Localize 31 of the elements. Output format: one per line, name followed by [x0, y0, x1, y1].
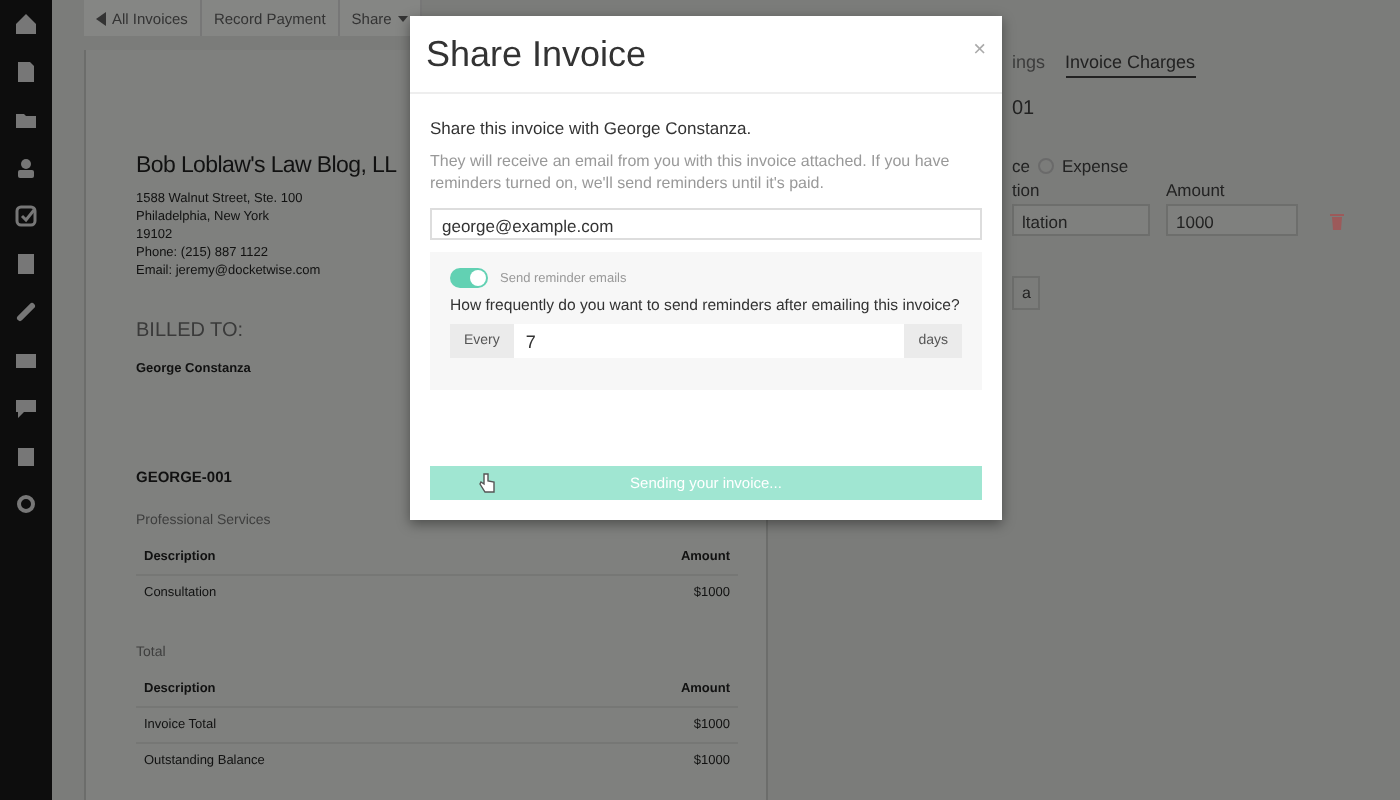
gear-icon[interactable]	[14, 492, 38, 516]
caret-down-icon	[397, 11, 408, 25]
checkbox-icon[interactable]	[14, 204, 38, 228]
email-field[interactable]: george@example.com	[430, 208, 982, 240]
hand-cursor-icon	[478, 472, 496, 494]
note-text: They will receive an email from you with this invoice attached. If you have reminders turned on, we'll send reminders until it's paid.	[430, 150, 952, 194]
field-label: Amount	[1166, 180, 1227, 200]
user-icon[interactable]	[14, 156, 38, 180]
dialog-title: Share Invoice	[426, 34, 647, 76]
amount-field[interactable]: 1000	[1166, 204, 1298, 236]
caret-left-icon	[96, 11, 106, 25]
reminder-toggle[interactable]	[450, 268, 488, 288]
heading: 01	[1012, 98, 1037, 120]
add-button[interactable]: a	[1012, 276, 1041, 310]
link-icon[interactable]	[14, 300, 38, 324]
close-button[interactable]: ×	[973, 38, 986, 62]
home-icon[interactable]	[14, 12, 38, 36]
tab[interactable]: ings	[1012, 52, 1046, 78]
field-label: tion	[1012, 180, 1042, 200]
tab[interactable]: Invoice Charges	[1065, 52, 1196, 78]
interval-field[interactable]: 7	[513, 324, 905, 358]
folder-icon[interactable]	[14, 108, 38, 132]
billed-to-label: BILLED TO:	[136, 320, 244, 342]
card-icon[interactable]	[14, 348, 38, 372]
firm-name: Bob Loblaw's Law Blog, LL	[136, 154, 397, 178]
option-label: Expense	[1061, 156, 1129, 176]
option-label: ce	[1012, 156, 1030, 176]
chat-icon[interactable]	[14, 396, 38, 420]
file-icon[interactable]	[14, 60, 38, 84]
intro-text: Share this invoice with George Constanza.	[430, 118, 754, 138]
description-field[interactable]: ltation	[1012, 204, 1150, 236]
